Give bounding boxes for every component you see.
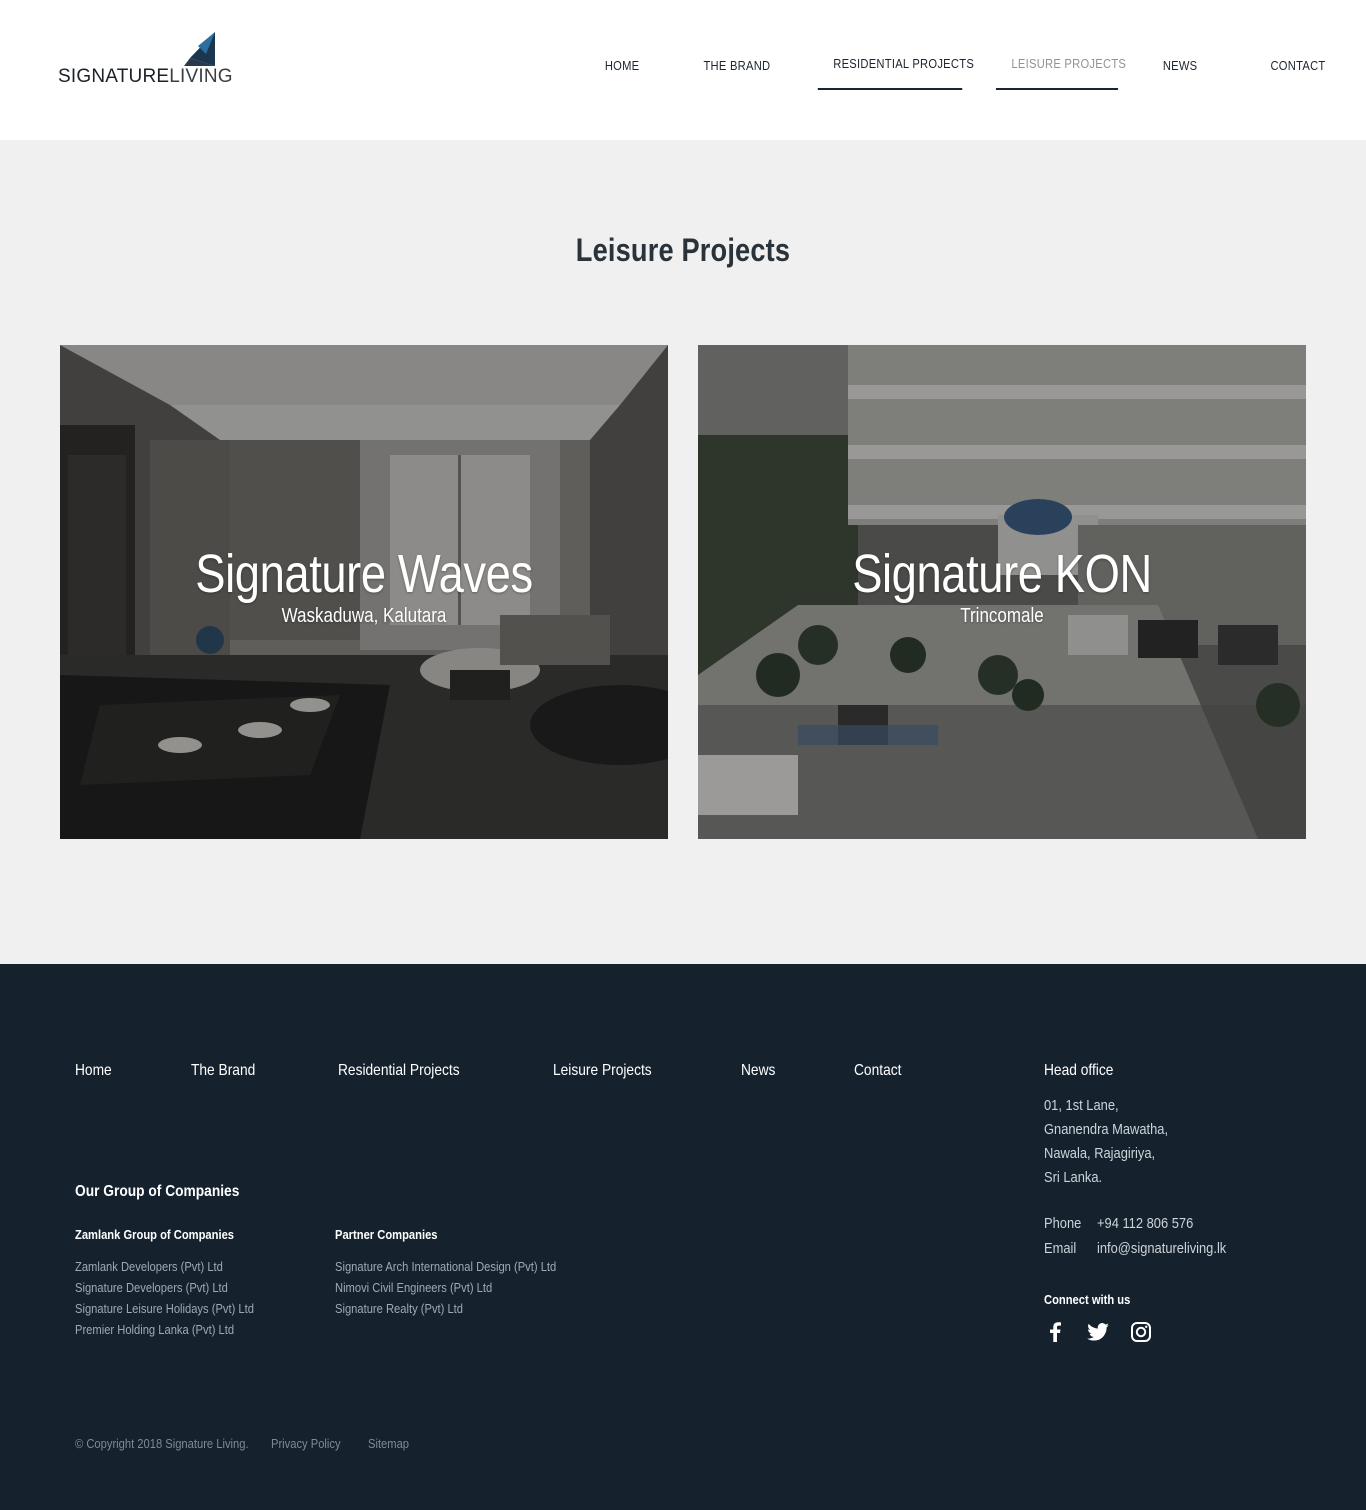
zamlank-companies-list: Zamlank Group of Companies Zamlank Devel… (75, 1227, 283, 1340)
company-link[interactable]: Signature Realty (Pvt) Ltd (335, 1298, 556, 1319)
footer-nav-home[interactable]: Home (75, 1062, 118, 1080)
social-links (1044, 1321, 1247, 1343)
company-link[interactable]: Zamlank Developers (Pvt) Ltd (75, 1256, 254, 1277)
partner-companies-list: Partner Companies Signature Arch Interna… (335, 1227, 592, 1319)
address-line: Gnanendra Mawatha, (1044, 1121, 1169, 1138)
footer-bottom-bar: © Copyright 2018 Signature Living. Priva… (75, 1436, 416, 1451)
copyright-text: © Copyright 2018 Signature Living. (75, 1436, 249, 1451)
address-line: Sri Lanka. (1044, 1169, 1103, 1186)
main-content: Leisure Projects Signature Waves Waskadu… (0, 140, 1366, 964)
phone-number[interactable]: +94 112 806 576 (1097, 1211, 1193, 1236)
footer-nav: Home The Brand Residential Projects Leis… (75, 1062, 982, 1080)
site-footer: Home The Brand Residential Projects Leis… (0, 964, 1366, 1510)
company-link[interactable]: Premier Holding Lanka (Pvt) Ltd (75, 1319, 254, 1340)
project-title: Signature Waves (195, 544, 533, 604)
head-office-title: Head office (1044, 1062, 1114, 1079)
nav-the-brand[interactable]: THE BRAND (688, 50, 786, 90)
group-companies-title: Our Group of Companies (75, 1183, 240, 1200)
site-header: SIGNATURELIVING HOME THE BRAND RESIDENTI… (0, 0, 1366, 140)
project-location: Trincomale (960, 605, 1044, 627)
nav-contact[interactable]: CONTACT (1255, 50, 1341, 90)
nav-residential-projects[interactable]: RESIDENTIAL PROJECTS (817, 50, 974, 90)
address-line: Nawala, Rajagiriya, (1044, 1145, 1156, 1162)
email-address[interactable]: info@signatureliving.lk (1097, 1236, 1226, 1261)
facebook-icon[interactable] (1044, 1321, 1066, 1343)
project-location: Waskaduwa, Kalutara (281, 605, 447, 627)
footer-nav-leisure-projects[interactable]: Leisure Projects (553, 1062, 668, 1080)
project-title: Signature KON (852, 544, 1152, 604)
instagram-icon[interactable] (1130, 1321, 1152, 1343)
twitter-icon[interactable] (1087, 1321, 1109, 1343)
nav-news[interactable]: NEWS (1147, 50, 1213, 90)
logo-wordmark-living: LIVING (169, 66, 233, 87)
company-link[interactable]: Signature Developers (Pvt) Ltd (75, 1277, 254, 1298)
sail-logo-icon (184, 32, 215, 66)
page-title: Leisure Projects (575, 232, 791, 268)
project-card-signature-waves[interactable]: Signature Waves Waskaduwa, Kalutara (60, 345, 668, 839)
site-logo[interactable]: SIGNATURELIVING (58, 32, 233, 92)
phone-label: Phone (1044, 1215, 1082, 1232)
email-label: Email (1044, 1240, 1077, 1257)
connect-heading: Connect with us (1044, 1292, 1131, 1307)
logo-wordmark-signature: SIGNATURE (58, 66, 170, 87)
zamlank-heading: Zamlank Group of Companies (75, 1227, 235, 1242)
phone-row: Phone +94 112 806 576 (1044, 1211, 1247, 1236)
company-link[interactable]: Signature Arch International Design (Pvt… (335, 1256, 556, 1277)
partners-heading: Partner Companies (335, 1227, 438, 1242)
email-row: Email info@signatureliving.lk (1044, 1236, 1247, 1261)
nav-home[interactable]: HOME (589, 50, 655, 90)
footer-nav-the-brand[interactable]: The Brand (191, 1062, 266, 1080)
footer-nav-contact[interactable]: Contact (854, 1062, 909, 1080)
main-nav: HOME THE BRAND RESIDENTIAL PROJECTS LEIS… (584, 50, 1348, 90)
footer-nav-news[interactable]: News (741, 1062, 781, 1080)
privacy-policy-link[interactable]: Privacy Policy (271, 1436, 368, 1451)
sitemap-link[interactable]: Sitemap (368, 1436, 416, 1451)
footer-nav-residential-projects[interactable]: Residential Projects (338, 1062, 479, 1080)
company-link[interactable]: Signature Leisure Holidays (Pvt) Ltd (75, 1298, 254, 1319)
project-card-signature-kon[interactable]: Signature KON Trincomale (698, 345, 1306, 839)
nav-leisure-projects[interactable]: LEISURE PROJECTS (995, 50, 1126, 90)
company-link[interactable]: Nimovi Civil Engineers (Pvt) Ltd (335, 1277, 556, 1298)
head-office: Head office 01, 1st Lane, Gnanendra Mawa… (1044, 1062, 1247, 1343)
address-line: 01, 1st Lane, (1044, 1097, 1119, 1114)
